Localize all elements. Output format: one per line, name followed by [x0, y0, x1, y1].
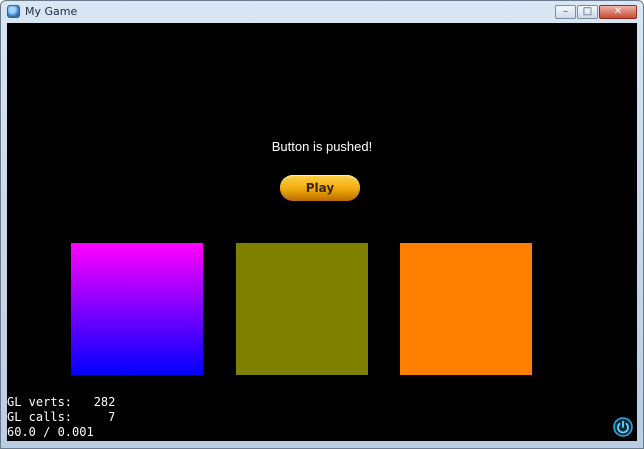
power-icon[interactable]	[613, 417, 633, 437]
minimize-button[interactable]: –	[555, 5, 576, 19]
play-button[interactable]: Play	[280, 175, 360, 201]
orange-square	[400, 243, 532, 375]
window-controls: – □ ✕	[554, 5, 637, 19]
maximize-button[interactable]: □	[577, 5, 598, 19]
fps-readout: 60.0 / 0.001	[7, 425, 94, 439]
app-icon[interactable]	[7, 5, 20, 18]
game-canvas[interactable]: Button is pushed! Play GL verts: 282 GL c…	[7, 23, 637, 441]
title-bar[interactable]: My Game – □ ✕	[1, 1, 643, 23]
app-window: My Game – □ ✕ Button is pushed! Play GL …	[0, 0, 644, 449]
gl-verts: GL verts: 282	[7, 395, 116, 409]
window-title: My Game	[25, 5, 78, 18]
close-button[interactable]: ✕	[599, 5, 637, 19]
olive-square	[236, 243, 368, 375]
gl-stats: GL verts: 282 GL calls: 7 60.0 / 0.001	[7, 395, 115, 440]
gl-calls: GL calls: 7	[7, 410, 116, 424]
gradient-square	[71, 243, 203, 375]
status-text: Button is pushed!	[271, 139, 373, 154]
